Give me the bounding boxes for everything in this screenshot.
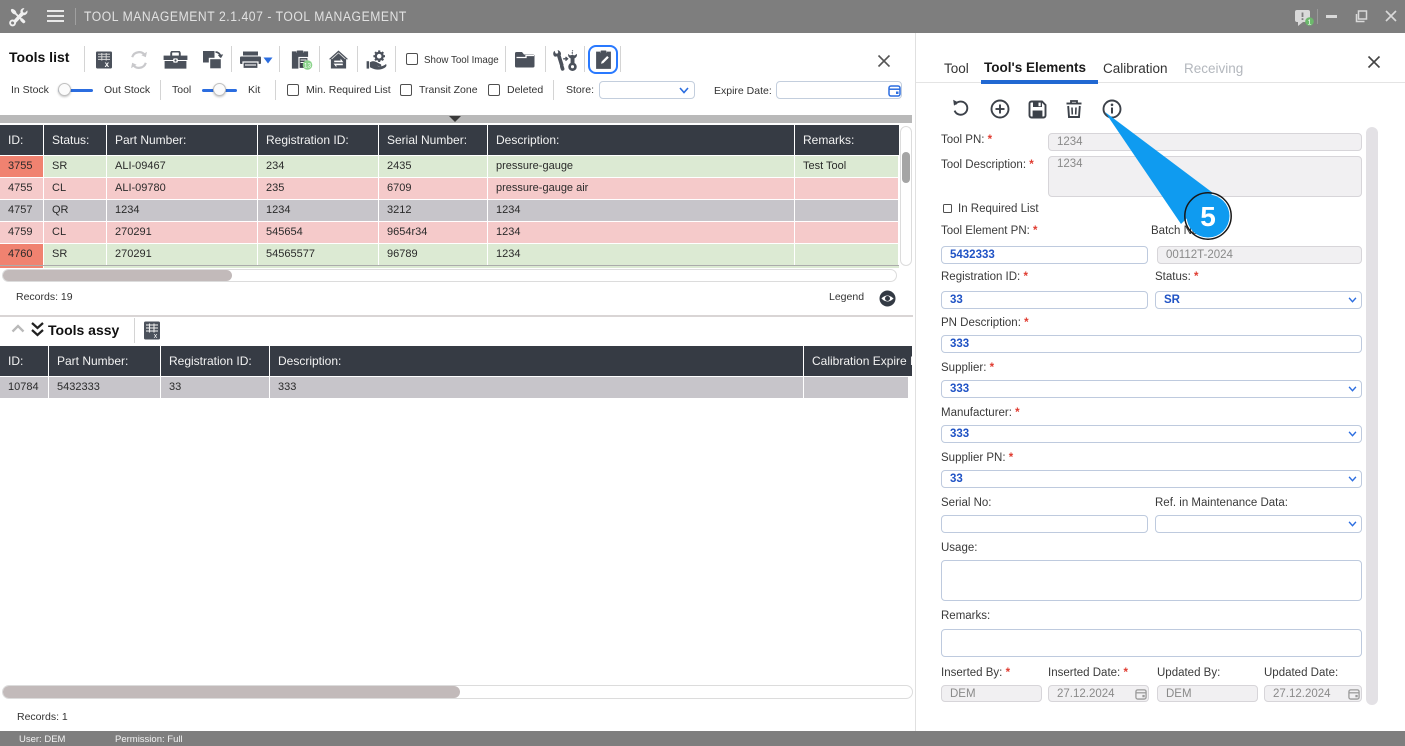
svg-text:1: 1 <box>1307 18 1311 27</box>
svg-text:x: x <box>154 333 158 340</box>
svg-text:13: 13 <box>304 63 312 70</box>
svg-text:x: x <box>105 60 110 69</box>
svg-text:5: 5 <box>1200 201 1216 232</box>
